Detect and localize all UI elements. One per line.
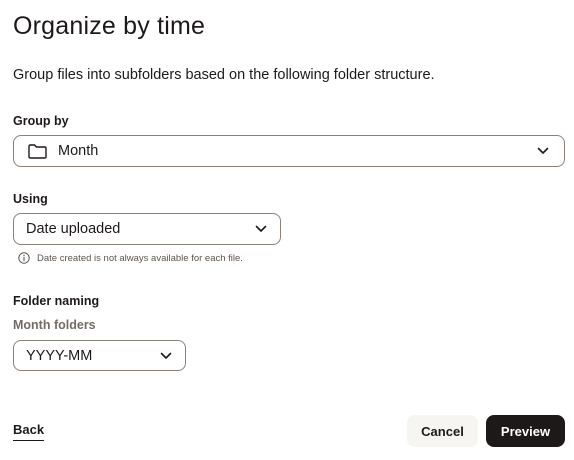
using-value: Date uploaded <box>26 221 121 237</box>
dialog-title: Organize by time <box>13 12 206 40</box>
folder-naming-value: YYYY-MM <box>26 347 93 364</box>
back-button[interactable]: Back <box>13 422 45 441</box>
using-select[interactable]: Date uploaded <box>13 213 281 245</box>
chevron-down-icon <box>159 349 173 363</box>
group-by-value: Month <box>58 143 99 159</box>
folder-naming-label: Folder naming <box>13 294 100 308</box>
preview-button[interactable]: Preview <box>486 415 565 447</box>
hint-text: Date created is not always available for… <box>37 252 243 264</box>
group-by-label: Group by <box>13 114 69 128</box>
month-folders-label: Month folders <box>13 318 96 332</box>
info-icon <box>18 252 30 264</box>
cancel-button[interactable]: Cancel <box>407 415 478 447</box>
chevron-down-icon <box>536 144 550 158</box>
using-hint: Date created is not always available for… <box>18 252 243 264</box>
dialog-description: Group files into subfolders based on the… <box>13 67 435 83</box>
group-by-select[interactable]: Month <box>13 135 565 167</box>
using-label: Using <box>13 192 48 206</box>
chevron-down-icon <box>254 222 268 236</box>
folder-naming-select[interactable]: YYYY-MM <box>13 340 186 371</box>
folder-icon <box>28 143 48 159</box>
